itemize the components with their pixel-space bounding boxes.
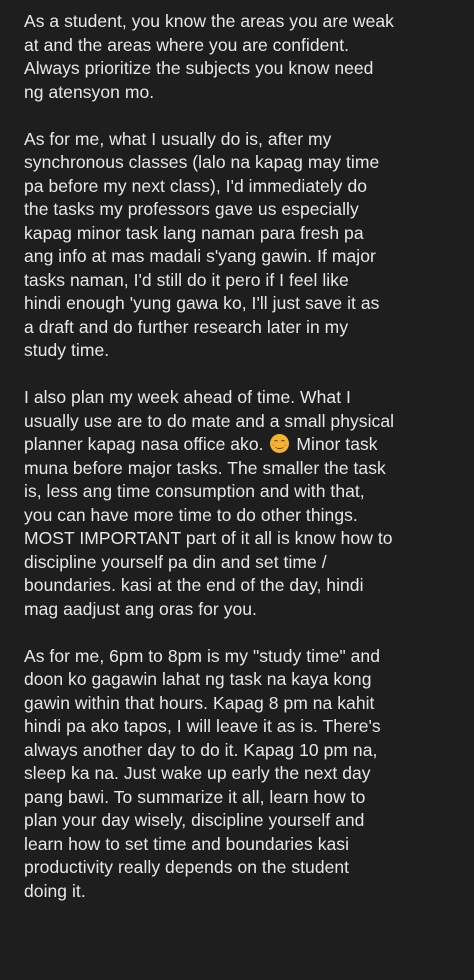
post-body: As a student, you know the areas you are… bbox=[24, 10, 464, 927]
text-line: ang info at mas madali s'yang gawin. If … bbox=[24, 246, 376, 266]
paragraph-1: As a student, you know the areas you are… bbox=[24, 10, 464, 104]
text-line: is, less ang time consumption and with t… bbox=[24, 481, 365, 501]
text-line: boundaries. kasi at the end of the day, … bbox=[24, 575, 364, 595]
text-line: pa before my next class), I'd immediatel… bbox=[24, 175, 368, 196]
text-line: pang bawi. To summarize it all, learn ho… bbox=[24, 786, 366, 807]
text-segment: planner kapag nasa office ako. bbox=[24, 434, 264, 454]
text-line: hindi pa ako tapos, I will leave it as i… bbox=[24, 716, 381, 736]
text-line: the tasks my professors gave us especial… bbox=[24, 199, 359, 219]
text-line: Always prioritize the subjects you know … bbox=[24, 58, 374, 78]
text-line: at and the areas where you are confident… bbox=[24, 34, 350, 55]
paragraph-2: As for me, what I usually do is, after m… bbox=[24, 128, 464, 363]
text-line: plan your day wisely, discipline yoursel… bbox=[24, 810, 365, 830]
text-line-with-emoji: planner kapag nasa office ako. Minor tas… bbox=[24, 433, 464, 457]
text-line: As for me, what I usually do is, after m… bbox=[24, 128, 332, 149]
text-line: ng atensyon mo. bbox=[24, 81, 155, 102]
text-line: tasks naman, I'd still do it pero if I f… bbox=[24, 269, 349, 290]
text-line: hindi enough 'yung gawa ko, I'll just sa… bbox=[24, 293, 380, 313]
text-segment: Minor task bbox=[296, 434, 378, 454]
text-line: muna before major tasks. The smaller the… bbox=[24, 457, 386, 478]
text-line: doon ko gagawin lahat ng task na kaya ko… bbox=[24, 669, 372, 689]
text-line: doing it. bbox=[24, 880, 86, 901]
text-line: synchronous classes (lalo na kapag may t… bbox=[24, 152, 380, 172]
text-line: usually use are to do mate and a small p… bbox=[24, 410, 395, 431]
text-line: a draft and do further research later in… bbox=[24, 316, 349, 337]
text-line: I also plan my week ahead of time. What … bbox=[24, 387, 351, 407]
smiling-face-emoji-icon bbox=[270, 434, 290, 453]
text-line: sleep ka na. Just wake up early the next… bbox=[24, 763, 371, 783]
text-line: As for me, 6pm to 8pm is my "study time"… bbox=[24, 645, 380, 666]
text-line: discipline yourself pa din and set time … bbox=[24, 551, 327, 572]
text-line: gawin within that hours. Kapag 8 pm na k… bbox=[24, 692, 375, 713]
text-line: you can have more time to do other thing… bbox=[24, 504, 358, 525]
text-line: always another day to do it. Kapag 10 pm… bbox=[24, 739, 378, 760]
text-line: MOST IMPORTANT part of it all is know ho… bbox=[24, 528, 393, 548]
text-line: study time. bbox=[24, 340, 110, 360]
text-line: mag aadjust ang oras for you. bbox=[24, 598, 257, 619]
paragraph-4: As for me, 6pm to 8pm is my "study time"… bbox=[24, 645, 464, 904]
text-line: kapag minor task lang naman para fresh p… bbox=[24, 222, 364, 243]
paragraph-3: I also plan my week ahead of time. What … bbox=[24, 386, 464, 621]
text-line: As a student, you know the areas you are… bbox=[24, 11, 394, 31]
text-line: learn how to set time and boundaries kas… bbox=[24, 833, 350, 854]
text-line: productivity really depends on the stude… bbox=[24, 857, 350, 877]
